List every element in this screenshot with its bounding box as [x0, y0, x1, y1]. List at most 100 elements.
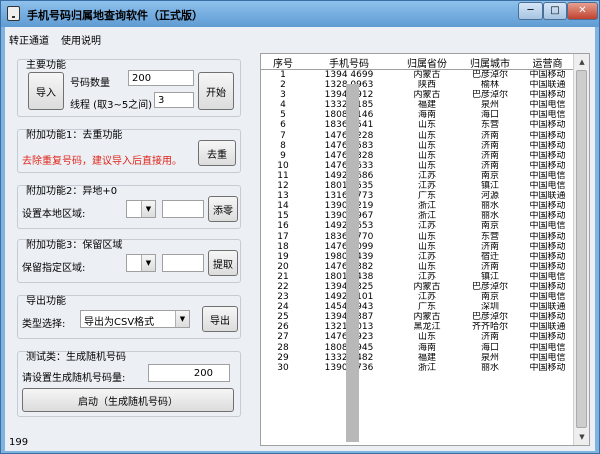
- table-row[interactable]: 21 1801 4438 江苏 镇江 中国电信: [261, 272, 574, 282]
- chevron-down-icon[interactable]: ▼: [141, 255, 155, 271]
- cell-province: 黑龙江: [413, 322, 441, 333]
- cell-carrier: 中国联通: [529, 322, 566, 333]
- header-province[interactable]: 归属省份: [395, 55, 459, 70]
- start-button[interactable]: 开始: [198, 72, 234, 110]
- cell-carrier: 中国移动: [529, 251, 566, 262]
- add-zero-button[interactable]: 添零: [208, 196, 238, 222]
- table-row[interactable]: 23 1492 1101 江苏 南京 中国电信: [261, 292, 574, 302]
- cell-carrier: 中国移动: [529, 241, 566, 252]
- cell-province: 福建: [417, 100, 436, 111]
- header-carrier[interactable]: 运营商: [521, 55, 574, 70]
- table-row[interactable]: 1 1394 4699 内蒙古 巴彦淖尔 中国移动: [261, 70, 574, 80]
- cell-city: 丽水: [480, 211, 499, 222]
- table-row[interactable]: 18 1476 5099 山东 济南 中国移动: [261, 242, 574, 252]
- extract-button[interactable]: 提取: [208, 250, 238, 276]
- header-city[interactable]: 归属城市: [459, 55, 521, 70]
- cell-city: 镇江: [480, 181, 499, 192]
- cell-carrier: 中国电信: [529, 110, 566, 121]
- header-phone[interactable]: 手机号码: [303, 55, 395, 70]
- scrollbar-thumb[interactable]: [576, 70, 587, 428]
- table-row[interactable]: 14 1390 3219 浙江 丽水 中国移动: [261, 201, 574, 211]
- minimize-button[interactable]: ─: [518, 2, 543, 20]
- cell-province: 福建: [417, 352, 436, 363]
- table-row[interactable]: 9 1476 5328 山东 济南 中国移动: [261, 151, 574, 161]
- status-count: 199: [9, 437, 29, 448]
- menu-item-upgrade[interactable]: 转正通道: [9, 32, 49, 47]
- results-table[interactable]: 序号 手机号码 归属省份 归属城市 运营商 1 1394 4699 内蒙古 巴彦淖尔中…: [260, 53, 590, 446]
- table-row[interactable]: 27 1476 5923 山东 济南 中国移动: [261, 332, 574, 342]
- cell-index: 10: [277, 160, 289, 171]
- table-row[interactable]: 4 1332 5185 福建 泉州 中国电信: [261, 100, 574, 110]
- cell-province: 山东: [417, 140, 436, 151]
- cell-city: 巴彦淖尔: [471, 312, 508, 323]
- table-row[interactable]: 22 1394 9325 内蒙古 巴彦淖尔 中国移动: [261, 282, 574, 292]
- count-input[interactable]: [128, 70, 194, 86]
- random-count-input[interactable]: [148, 364, 230, 382]
- close-button[interactable]: ✕: [567, 2, 598, 20]
- import-button[interactable]: 导入: [28, 72, 64, 110]
- table-row[interactable]: 12 1801 0535 江苏 镇江 中国电信: [261, 181, 574, 191]
- table-row[interactable]: 7 1476 5228 山东 济南 中国移动: [261, 131, 574, 141]
- keep-area-input[interactable]: [162, 254, 204, 272]
- local-area-select[interactable]: ▼: [126, 200, 156, 218]
- cell-city: 海口: [480, 342, 499, 353]
- cell-index: 29: [277, 352, 289, 363]
- cell-city: 丽水: [480, 362, 499, 373]
- cell-index: 8: [280, 140, 286, 151]
- table-row[interactable]: 30 1390 9736 浙江 丽水 中国移动: [261, 363, 574, 373]
- vertical-scrollbar[interactable]: ▲ ▼: [573, 54, 589, 445]
- menu-item-help[interactable]: 使用说明: [61, 32, 101, 47]
- table-row[interactable]: 10 1476 5633 山东 济南 中国移动: [261, 161, 574, 171]
- menu-bar: 转正通道 使用说明: [5, 27, 595, 49]
- cell-city: 河源: [480, 191, 499, 202]
- local-area-label: 设置本地区域:: [22, 209, 86, 220]
- table-row[interactable]: 3 1394 1912 内蒙古 巴彦淖尔 中国移动: [261, 90, 574, 100]
- cell-province: 江苏: [417, 181, 436, 192]
- cell-province: 广东: [417, 191, 436, 202]
- table-row[interactable]: 17 1836 0770 山东 东营 中国移动: [261, 232, 574, 242]
- window-title: 手机号码归属地查询软件（正式版）: [27, 9, 203, 22]
- cell-city: 东营: [480, 120, 499, 131]
- dedup-group-title: 附加功能1：去重功能: [26, 130, 123, 141]
- table-row[interactable]: 6 1836 6541 山东 东营 中国移动: [261, 120, 574, 130]
- table-row[interactable]: 16 1492 3653 江苏 南京 中国电信: [261, 221, 574, 231]
- cell-province: 广东: [417, 302, 436, 313]
- keep-area-select[interactable]: ▼: [126, 254, 156, 272]
- table-row[interactable]: 25 1394 1387 内蒙古 巴彦淖尔 中国移动: [261, 312, 574, 322]
- cell-index: 12: [277, 181, 289, 192]
- cell-carrier: 中国移动: [529, 140, 566, 151]
- table-row[interactable]: 24 1454 1943 广东 深圳 中国联通: [261, 302, 574, 312]
- table-row[interactable]: 8 1476 5583 山东 济南 中国移动: [261, 141, 574, 151]
- table-row[interactable]: 11 1492 3686 江苏 南京 中国电信: [261, 171, 574, 181]
- maximize-button[interactable]: □: [543, 2, 567, 20]
- thread-input[interactable]: [154, 92, 194, 108]
- table-row[interactable]: 29 1332 5482 福建 泉州 中国电信: [261, 353, 574, 363]
- header-index[interactable]: 序号: [263, 55, 303, 70]
- local-area-input[interactable]: [162, 200, 204, 218]
- cell-city: 巴彦淖尔: [471, 90, 508, 101]
- table-row[interactable]: 15 1390 3967 浙江 丽水 中国移动: [261, 211, 574, 221]
- cell-carrier: 中国移动: [529, 362, 566, 373]
- export-button[interactable]: 导出: [202, 306, 238, 332]
- table-row[interactable]: 2 1328 0963 陕西 榆林 中国联通: [261, 80, 574, 90]
- table-row[interactable]: 28 1808 7945 海南 海口 中国电信: [261, 343, 574, 353]
- scroll-up-icon[interactable]: ▲: [575, 55, 589, 69]
- cell-province: 江苏: [417, 170, 436, 181]
- thread-label: 线程 (取3~5之间): [70, 100, 153, 111]
- chevron-down-icon[interactable]: ▼: [141, 201, 155, 217]
- table-row[interactable]: 26 1321 2013 黑龙江 齐齐哈尔 中国联通: [261, 322, 574, 332]
- table-row[interactable]: 13 1316 3773 广东 河源 中国联通: [261, 191, 574, 201]
- table-row[interactable]: 20 1476 5382 山东 济南 中国移动: [261, 262, 574, 272]
- title-bar[interactable]: 手机号码归属地查询软件（正式版） ─ □ ✕: [1, 1, 599, 27]
- chevron-down-icon[interactable]: ▼: [175, 311, 189, 327]
- cell-carrier: 中国联通: [529, 191, 566, 202]
- dedup-button[interactable]: 去重: [198, 140, 236, 166]
- scroll-down-icon[interactable]: ▼: [575, 430, 589, 444]
- table-row[interactable]: 5 1808 7146 海南 海口 中国电信: [261, 110, 574, 120]
- table-row[interactable]: 19 1980 5439 江苏 宿迁 中国移动: [261, 252, 574, 262]
- generate-random-button[interactable]: 启动（生成随机号码）: [22, 388, 234, 412]
- app-icon: [7, 6, 20, 21]
- cell-index: 28: [277, 342, 289, 353]
- cell-city: 巴彦淖尔: [471, 70, 508, 80]
- export-type-select[interactable]: 导出为CSV格式 ▼: [80, 310, 190, 328]
